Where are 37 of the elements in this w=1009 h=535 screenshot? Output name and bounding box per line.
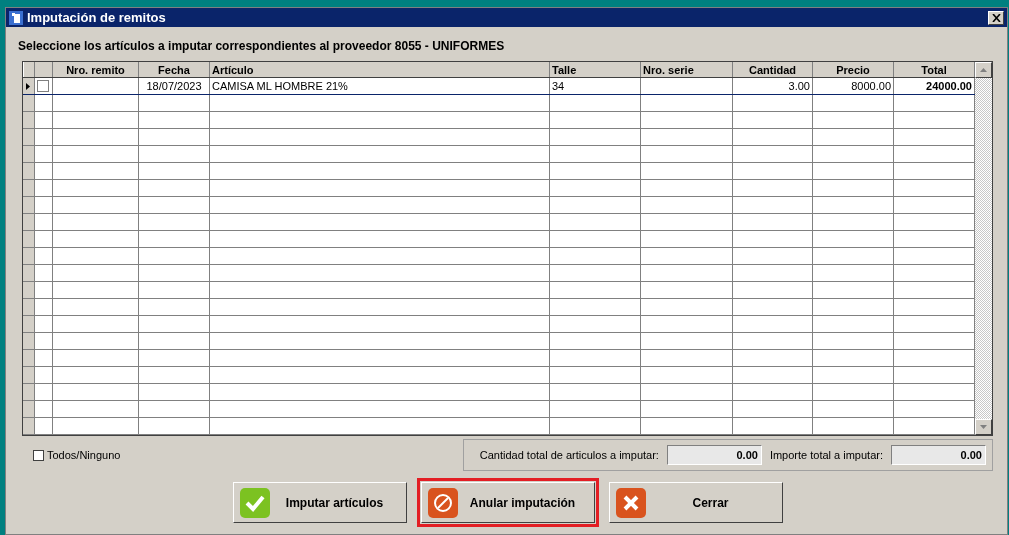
table-cell: 18/07/2023 bbox=[139, 78, 210, 94]
total-label: Importe total a imputar: bbox=[769, 447, 883, 463]
accept-button[interactable]: Imputar artículos bbox=[232, 482, 407, 523]
prohibited-icon bbox=[427, 487, 458, 518]
total-field: 0.00 bbox=[891, 445, 986, 465]
checkmark-icon bbox=[239, 487, 270, 518]
app-icon bbox=[9, 10, 23, 25]
total-field: 0.00 bbox=[666, 445, 762, 465]
vertical-scrollbar[interactable] bbox=[975, 62, 992, 435]
table-cell: 8000.00 bbox=[813, 78, 894, 94]
total-label: Cantidad total de articulos a imputar: bbox=[479, 447, 659, 463]
column-header[interactable]: Cantidad bbox=[733, 62, 813, 77]
window-title: Imputación de remitos bbox=[27, 8, 167, 27]
column-header[interactable]: Nro. serie bbox=[641, 62, 733, 77]
scroll-down-button[interactable] bbox=[975, 419, 992, 435]
column-header[interactable]: Nro. remito bbox=[53, 62, 139, 77]
scroll-up-button[interactable] bbox=[975, 62, 992, 78]
column-header[interactable]: Talle bbox=[550, 62, 641, 77]
close-button[interactable] bbox=[988, 10, 1004, 25]
select-all-checkbox[interactable] bbox=[33, 449, 44, 461]
table-cell: CAMISA ML HOMBRE 21% bbox=[210, 78, 550, 94]
instruction-text: Seleccione los artículos a imputar correspondientes al proveedor 8055 - UNIFORMES bbox=[17, 38, 506, 55]
down-arrow-icon bbox=[980, 425, 987, 429]
up-arrow-icon bbox=[980, 68, 987, 72]
close-icon bbox=[615, 487, 646, 518]
close-button[interactable]: Cerrar bbox=[608, 482, 783, 523]
table-cell: 34 bbox=[550, 78, 641, 94]
close-icon bbox=[991, 13, 1001, 22]
row-checkbox[interactable] bbox=[37, 80, 50, 92]
column-header[interactable]: Artículo bbox=[210, 62, 550, 77]
row-selector[interactable] bbox=[23, 78, 35, 94]
column-header[interactable]: Fecha bbox=[139, 62, 210, 77]
select-all-label: Todos/Ninguno bbox=[47, 447, 121, 463]
column-header[interactable]: Precio bbox=[813, 62, 894, 77]
cancel-button[interactable]: Anular imputación bbox=[420, 482, 595, 523]
corner-header-cell bbox=[23, 62, 35, 77]
table-cell: 3.00 bbox=[733, 78, 813, 94]
